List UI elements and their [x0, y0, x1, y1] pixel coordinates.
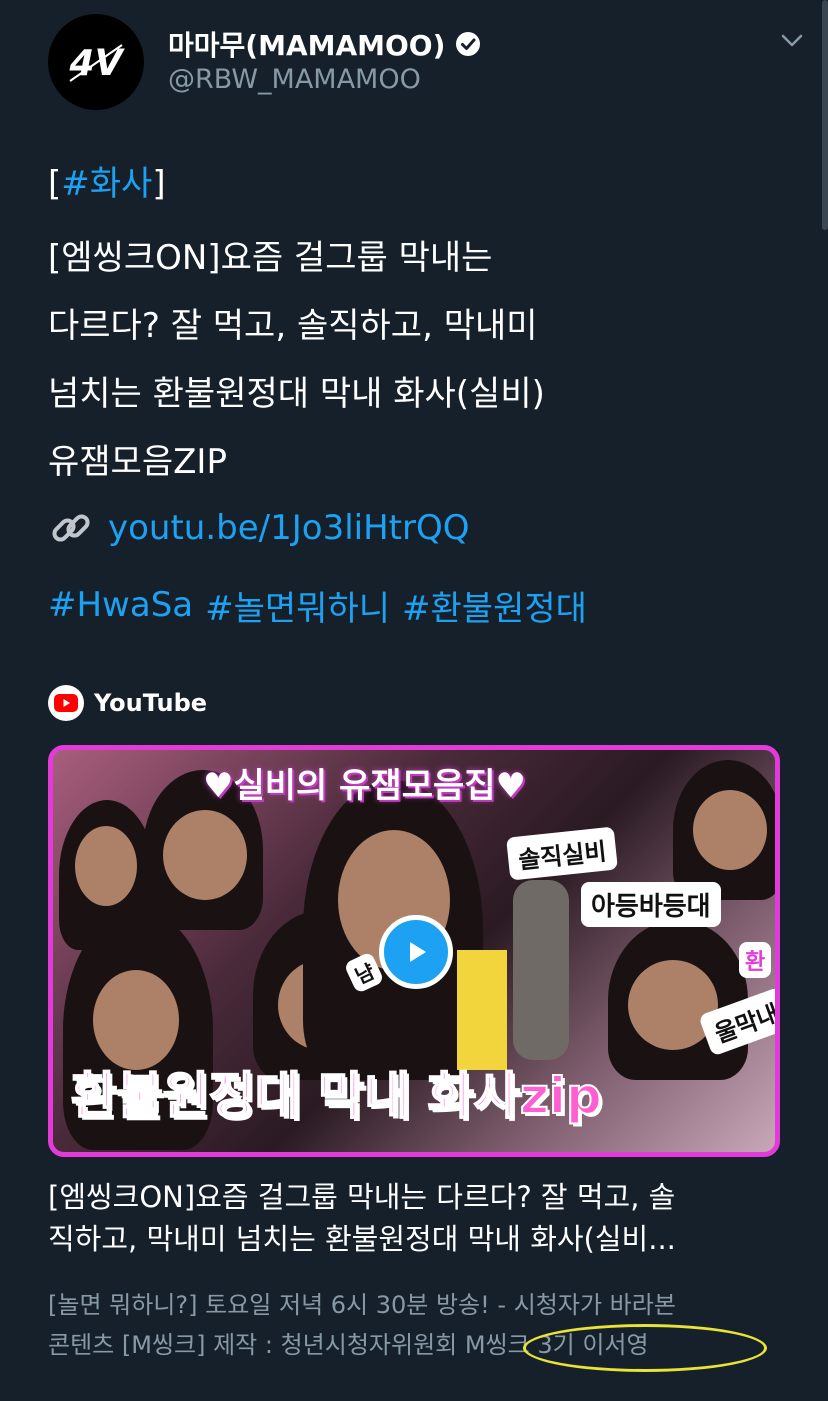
hashtag-link[interactable]: #놀면뭐하니: [205, 581, 390, 630]
display-name[interactable]: 마마무(MAMAMOO): [168, 24, 445, 64]
hashtag-row: #HwaSa #놀면뭐하니 #환불원정대: [48, 575, 587, 635]
tweet-line: 넘치는 환불원정대 막내 화사(실비): [48, 374, 545, 414]
scrollbar[interactable]: [822, 0, 828, 230]
thumb-collage-shape: [513, 880, 569, 1060]
play-icon: [410, 942, 426, 962]
youtube-icon: [48, 685, 84, 721]
thumbnail-bottom-caption: 환불원정대 막내 화사zip: [70, 1066, 603, 1126]
youtube-link[interactable]: youtu.be/1Jo3liHtrQQ: [108, 508, 470, 548]
link-row: youtu.be/1Jo3liHtrQQ: [48, 498, 470, 558]
hashtag-hwasa-link[interactable]: #화사: [61, 164, 152, 204]
handle[interactable]: @RBW_MAMAMOO: [168, 64, 421, 95]
card-title-line: 직하고, 막내미 넘치는 환불원정대 막내 화사(실비...: [48, 1222, 676, 1256]
thumbnail-sticker: 아등바등대: [581, 882, 721, 927]
card-description-line: [놀면 뭐하니?] 토요일 저녁 6시 30분 방송! - 시청자가 바라본: [48, 1291, 676, 1319]
hashtag-link[interactable]: #HwaSa: [48, 585, 193, 625]
name-row: 마마무(MAMAMOO): [168, 24, 481, 64]
video-thumbnail[interactable]: ♥실비의 유잼모음집♥ 솔직실비 아등바등대 울막내 냠 환 환불원정대 막내 …: [48, 745, 780, 1157]
tweet-line: [엠씽크ON]요즘 걸그룹 막내는: [48, 238, 493, 278]
bracket-close: ]: [152, 164, 166, 204]
thumb-collage-shape: [75, 826, 137, 906]
mamamoo-logo-icon: 4ᐯ: [69, 43, 126, 84]
tweet-header: 4ᐯ 마마무(MAMAMOO) @RBW_MAMAMOO: [48, 14, 808, 110]
play-button[interactable]: [379, 915, 453, 989]
hashtag-line: [#화사]: [48, 150, 748, 218]
card-source: YouTube: [48, 684, 207, 722]
card-title-line: [엠씽크ON]요즘 걸그룹 막내는 다르다? 잘 먹고, 솔: [48, 1180, 676, 1214]
thumb-collage-shape: [628, 960, 718, 1050]
tweet-text: [#화사] [엠씽크ON]요즘 걸그룹 막내는 다르다? 잘 먹고, 솔직하고,…: [48, 150, 748, 496]
card-title[interactable]: [엠씽크ON]요즘 걸그룹 막내는 다르다? 잘 먹고, 솔 직하고, 막내미 …: [48, 1176, 788, 1260]
thumbnail-sticker: 솔직실비: [506, 826, 619, 881]
annotation-ellipse: [523, 1324, 767, 1372]
chevron-down-icon[interactable]: [776, 24, 808, 56]
thumb-collage-shape: [163, 810, 247, 900]
tweet-line: 다르다? 잘 먹고, 솔직하고, 막내미: [48, 306, 538, 346]
link-icon: [52, 514, 90, 542]
thumb-collage-shape: [457, 950, 507, 1070]
verified-badge-icon: [456, 32, 481, 56]
thumbnail-sticker: 환: [739, 942, 772, 978]
source-name: YouTube: [94, 689, 208, 717]
tweet-line: 유잼모음ZIP: [48, 442, 227, 482]
bracket-open: [: [48, 164, 62, 204]
thumb-collage-shape: [693, 790, 767, 870]
thumbnail-top-caption: ♥실비의 유잼모음집♥: [203, 766, 527, 806]
thumb-collage-shape: [93, 970, 179, 1070]
hashtag-link[interactable]: #환불원정대: [402, 581, 587, 630]
avatar[interactable]: 4ᐯ: [48, 14, 144, 110]
